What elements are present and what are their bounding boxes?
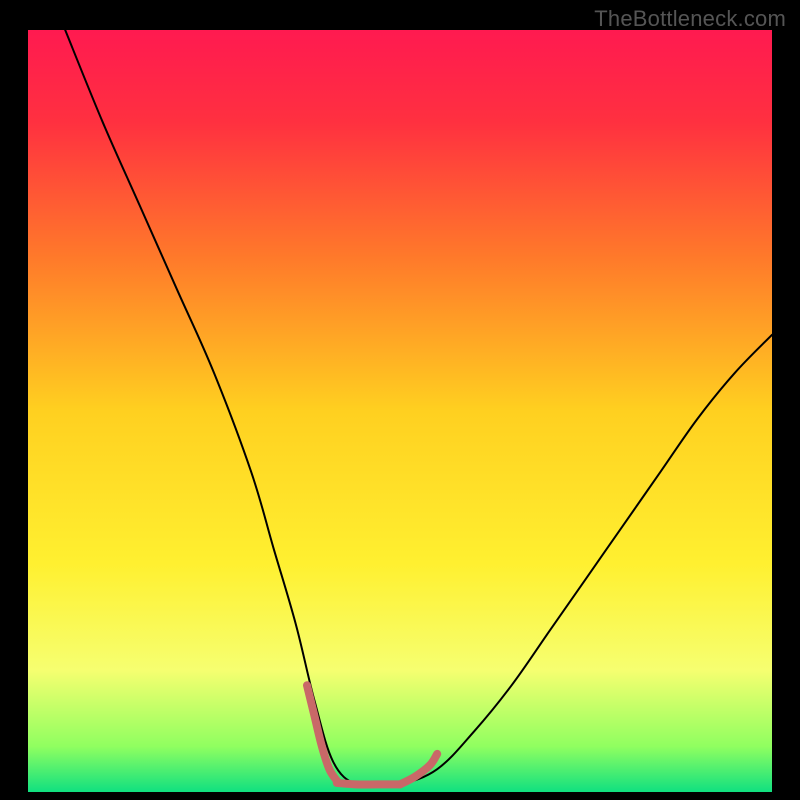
chart-container: TheBottleneck.com [0, 0, 800, 800]
series-highlight-bottom [337, 783, 400, 785]
watermark-text: TheBottleneck.com [594, 6, 786, 32]
bottleneck-chart [0, 0, 800, 800]
plot-area [28, 30, 772, 792]
